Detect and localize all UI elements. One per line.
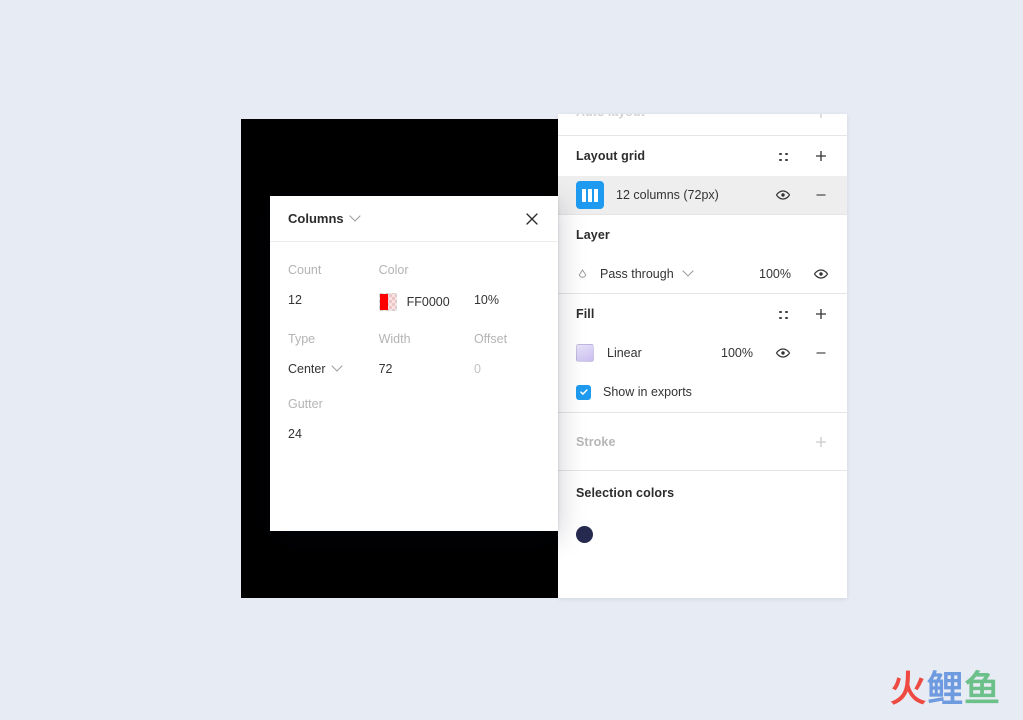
fill-header-actions: [778, 306, 829, 322]
blend-mode-value: Pass through: [600, 267, 674, 281]
columns-row-count-color: Count 12 Color FF0000 10%: [288, 242, 540, 311]
blend-mode-icon: [576, 268, 589, 281]
type-value: Center: [288, 362, 326, 376]
width-label: Width: [378, 332, 411, 346]
gradient-swatch[interactable]: [576, 344, 594, 362]
field-color-opacity: 10%: [474, 242, 540, 307]
red-alpha-swatch[interactable]: [378, 293, 397, 311]
selection-color-swatch[interactable]: [576, 525, 593, 543]
layout-grid-title: Layout grid: [576, 149, 646, 163]
selection-colors-title: Selection colors: [576, 486, 675, 500]
selection-colors-header: Selection colors: [576, 471, 829, 515]
layout-grid-header-actions: [778, 148, 829, 164]
watermark-char-2: 鲤: [926, 669, 964, 710]
stroke-header-actions: [813, 434, 829, 450]
section-stroke: Stroke: [558, 413, 847, 471]
layer-blend-row: Pass through 100%: [576, 255, 829, 293]
show-in-exports-row[interactable]: Show in exports: [576, 372, 829, 412]
checkmark-icon[interactable]: [576, 384, 591, 400]
layout-grid-item-actions: [775, 187, 829, 203]
plus-icon[interactable]: [813, 114, 829, 121]
layer-header: Layer: [576, 215, 829, 255]
color-opacity-label: [474, 263, 540, 277]
section-layout-grid: Layout grid 12 columns (72px): [558, 136, 847, 215]
fill-header: Fill: [576, 294, 829, 334]
section-fill: Fill Linear 100% Show in exports: [558, 294, 847, 413]
fill-title: Fill: [576, 307, 595, 321]
selection-color-item[interactable]: [576, 515, 829, 553]
columns-popover-header: Columns: [270, 196, 558, 242]
eye-icon[interactable]: [813, 266, 829, 282]
eye-icon[interactable]: [775, 187, 791, 203]
width-input[interactable]: 72: [379, 362, 474, 376]
layout-grid-item-label: 12 columns (72px): [616, 188, 719, 202]
eye-icon[interactable]: [775, 345, 791, 361]
layout-grid-header: Layout grid: [576, 136, 829, 176]
field-color: Color FF0000: [378, 242, 474, 311]
watermark-char-3: 鱼: [963, 669, 1001, 710]
close-icon[interactable]: [523, 210, 541, 228]
chevron-down-icon[interactable]: [330, 360, 343, 372]
columns-grid-icon[interactable]: [576, 181, 604, 209]
show-in-exports-label: Show in exports: [603, 385, 692, 399]
color-input[interactable]: FF0000: [378, 293, 474, 311]
plus-icon[interactable]: [813, 148, 829, 164]
field-width: Width 72: [379, 311, 474, 376]
offset-label: Offset: [473, 332, 508, 346]
watermark-logo: 火鲤鱼: [890, 672, 1001, 708]
type-label: Type: [288, 332, 316, 346]
plus-icon[interactable]: [813, 306, 829, 322]
watermark-char-1: 火: [889, 669, 927, 710]
minus-icon[interactable]: [813, 187, 829, 203]
count-label: Count: [288, 263, 322, 277]
field-offset: Offset 0: [474, 311, 540, 376]
section-selection-colors: Selection colors: [558, 471, 847, 553]
field-gutter: Gutter 24: [288, 376, 384, 441]
columns-popover-title: Columns: [288, 211, 344, 226]
layer-title: Layer: [576, 228, 610, 242]
type-dropdown[interactable]: Center: [288, 360, 379, 376]
offset-input[interactable]: 0: [474, 362, 540, 376]
stroke-header: Stroke: [576, 413, 829, 470]
minus-icon[interactable]: [813, 345, 829, 361]
screen-root: Auto layout Layout grid: [0, 0, 1023, 720]
color-label: Color: [378, 263, 409, 277]
section-layer: Layer Pass through 100%: [558, 215, 847, 294]
field-count: Count 12: [288, 242, 379, 307]
chevron-down-icon[interactable]: [682, 265, 694, 277]
fill-item-label[interactable]: Linear: [607, 346, 721, 360]
columns-row-type-width-offset: Type Center Width 72 Offset 0: [288, 311, 540, 376]
gutter-label: Gutter: [288, 397, 323, 411]
blend-mode-dropdown[interactable]: Pass through: [600, 265, 759, 281]
four-dots-icon[interactable]: [778, 150, 791, 163]
columns-row-gutter: Gutter 24: [288, 376, 540, 441]
layer-opacity-input[interactable]: 100%: [759, 267, 813, 281]
four-dots-icon[interactable]: [778, 308, 791, 321]
section-auto-layout[interactable]: Auto layout: [558, 114, 847, 136]
plus-icon[interactable]: [813, 434, 829, 450]
layout-grid-item[interactable]: 12 columns (72px): [558, 176, 847, 214]
auto-layout-title: Auto layout: [576, 114, 645, 119]
inspector-panel: Auto layout Layout grid: [558, 114, 847, 598]
columns-popover-body: Count 12 Color FF0000 10% Type Center Wi…: [270, 242, 558, 441]
fill-item-actions: [775, 345, 829, 361]
fill-opacity-input[interactable]: 100%: [721, 346, 775, 360]
count-input[interactable]: 12: [288, 293, 379, 307]
layer-actions: [813, 266, 829, 282]
gutter-input[interactable]: 24: [288, 427, 384, 441]
color-opacity-input[interactable]: 10%: [474, 293, 540, 307]
field-type: Type Center: [288, 311, 379, 376]
chevron-down-icon[interactable]: [348, 209, 361, 222]
columns-settings-popover: Columns Count 12 Color FF0000 10% Type C…: [270, 196, 558, 531]
color-hex-value: FF0000: [406, 295, 450, 309]
fill-item: Linear 100%: [576, 334, 829, 372]
stroke-title: Stroke: [576, 434, 616, 449]
